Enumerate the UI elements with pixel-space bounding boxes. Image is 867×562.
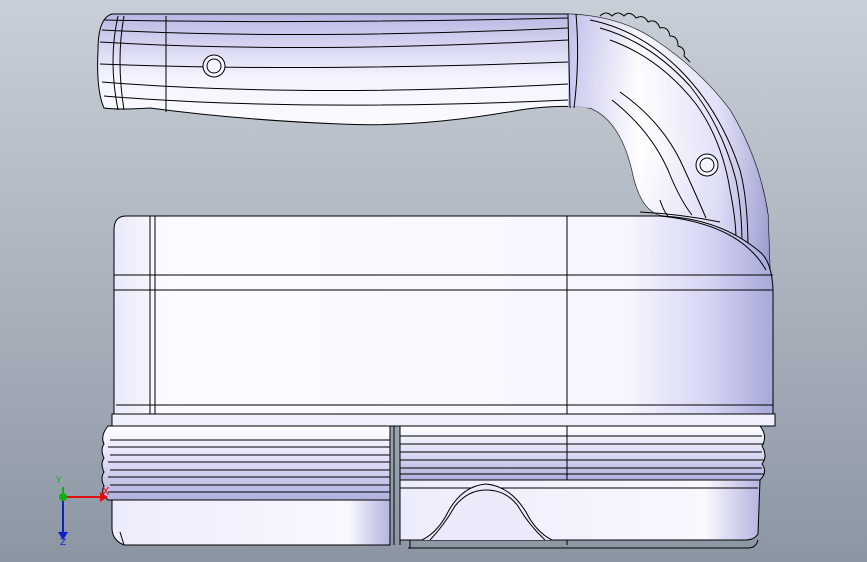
model-canvas[interactable] [0, 0, 867, 562]
graphics-viewport[interactable]: X Y Z [0, 0, 867, 562]
x-axis-label: X [102, 485, 110, 498]
z-axis-label: Z [60, 538, 67, 548]
upper-body[interactable] [113, 215, 774, 415]
y-axis-label: Y [56, 476, 62, 486]
